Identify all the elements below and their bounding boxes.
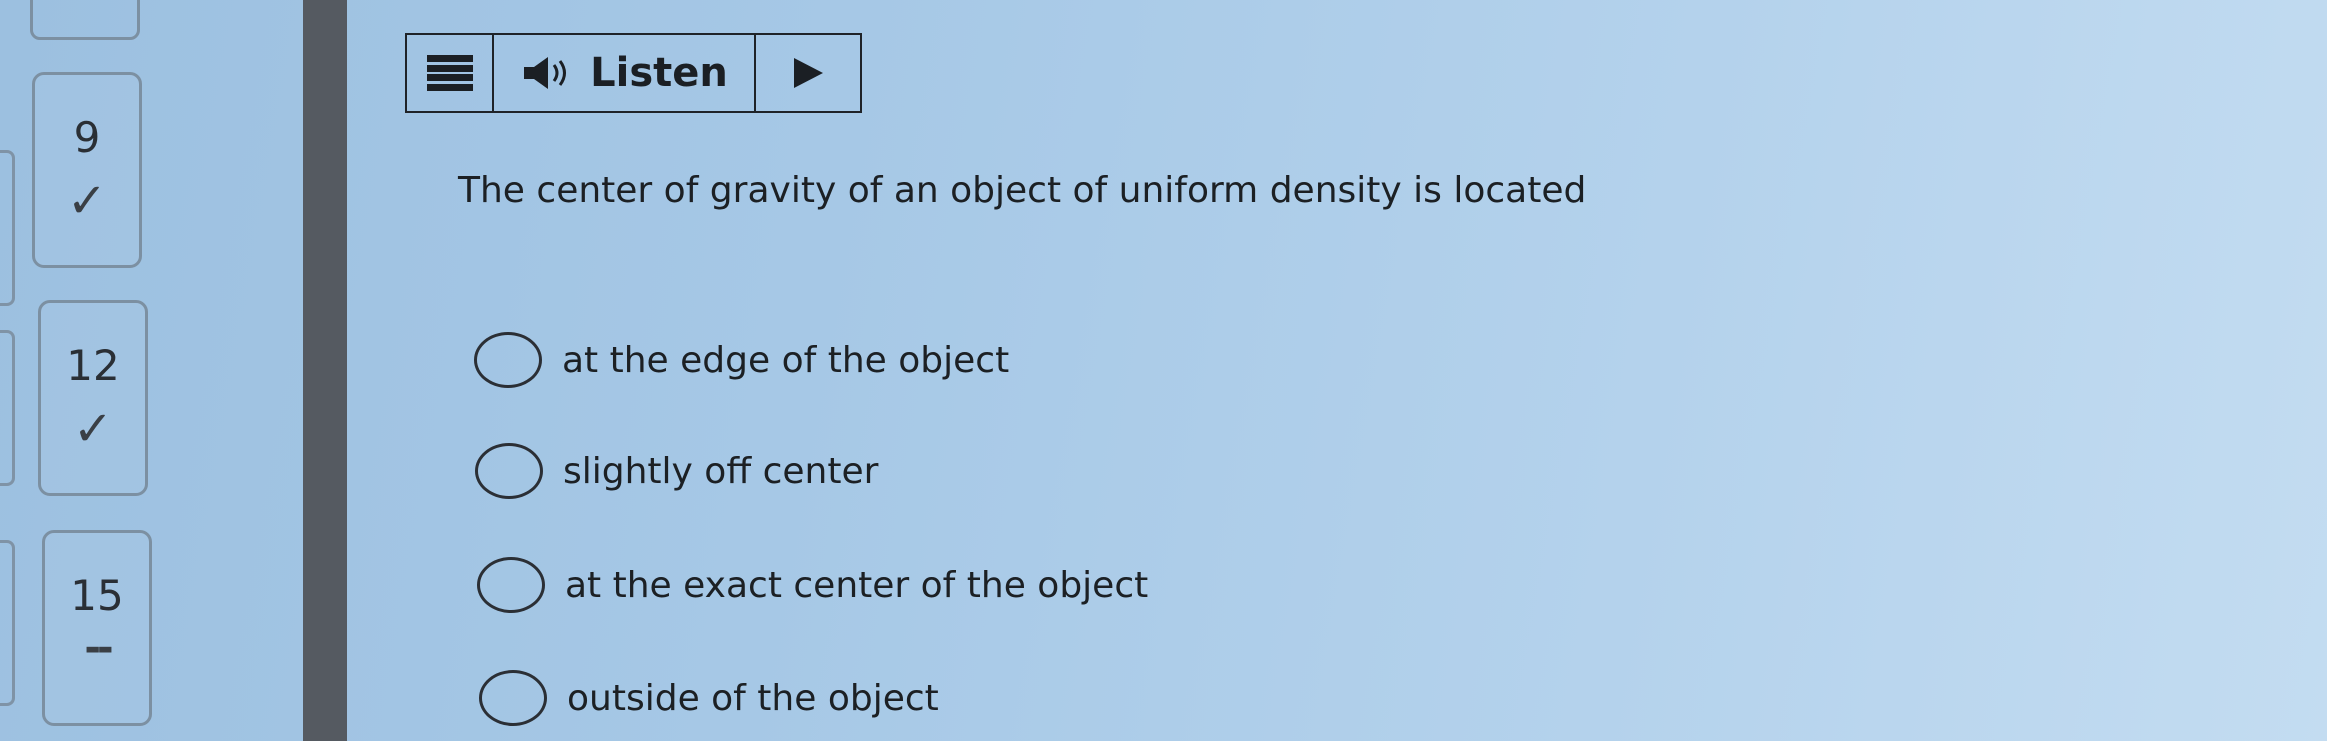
play-icon bbox=[794, 58, 823, 88]
speaker-icon bbox=[524, 57, 567, 89]
answer-choice[interactable]: outside of the object bbox=[479, 670, 939, 726]
nav-card-question-12[interactable]: 12 ✓ bbox=[38, 300, 148, 496]
play-button[interactable] bbox=[756, 35, 860, 111]
nav-edge-decoration bbox=[0, 330, 15, 486]
nav-card-number: 15 bbox=[70, 571, 124, 620]
checkmark-icon: ✓ bbox=[66, 173, 108, 229]
answer-choice-label: slightly off center bbox=[563, 450, 879, 492]
nav-card-partial[interactable] bbox=[30, 0, 140, 40]
nav-card-question-15[interactable]: 15 -- bbox=[42, 530, 152, 726]
listen-label: Listen bbox=[590, 50, 728, 96]
nav-card-question-9[interactable]: 9 ✓ bbox=[32, 72, 142, 268]
listen-button[interactable]: Listen bbox=[494, 35, 756, 111]
answer-choice-label: at the exact center of the object bbox=[565, 564, 1149, 606]
answer-choice-label: outside of the object bbox=[567, 677, 939, 719]
menu-icon bbox=[426, 55, 473, 91]
reader-toolbar: Listen bbox=[405, 33, 862, 113]
radio-button[interactable] bbox=[474, 332, 542, 388]
panel-divider bbox=[303, 0, 347, 741]
nav-card-number: 12 bbox=[66, 341, 120, 390]
question-text: The center of gravity of an object of un… bbox=[458, 170, 1587, 211]
question-navigator: 9 ✓ 12 ✓ 15 -- bbox=[0, 0, 303, 741]
answer-choice[interactable]: slightly off center bbox=[475, 443, 878, 499]
answer-choice-label: at the edge of the object bbox=[562, 339, 1010, 381]
radio-button[interactable] bbox=[477, 557, 545, 613]
unanswered-status: -- bbox=[84, 625, 113, 671]
nav-card-number: 9 bbox=[73, 113, 101, 162]
answer-choice[interactable]: at the edge of the object bbox=[474, 332, 1009, 388]
nav-edge-decoration bbox=[0, 150, 15, 306]
checkmark-icon: ✓ bbox=[72, 401, 114, 457]
radio-button[interactable] bbox=[475, 443, 543, 499]
answer-choice[interactable]: at the exact center of the object bbox=[477, 557, 1148, 613]
radio-button[interactable] bbox=[479, 670, 547, 726]
menu-button[interactable] bbox=[407, 35, 494, 111]
nav-edge-decoration bbox=[0, 540, 15, 706]
